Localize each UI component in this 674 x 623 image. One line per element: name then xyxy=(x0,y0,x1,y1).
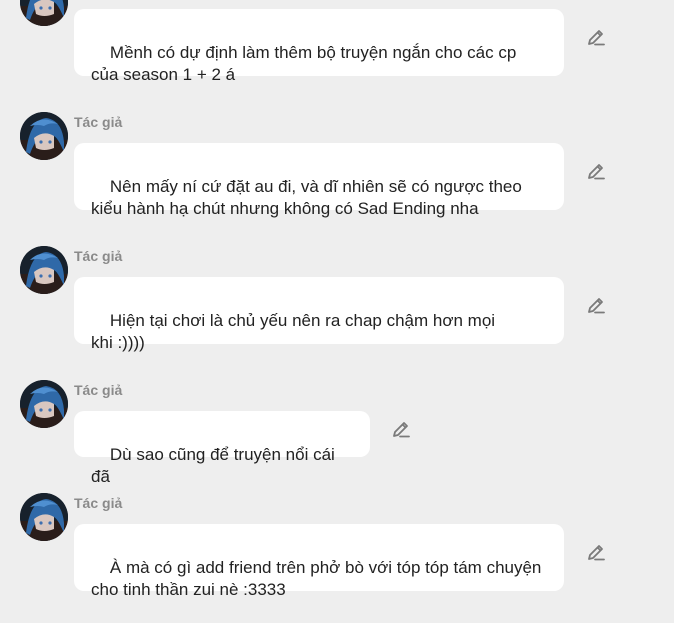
pencil-icon xyxy=(588,298,605,314)
avatar[interactable] xyxy=(20,112,68,160)
message-text: Dù sao cũng để truyện nổi cái đã xyxy=(91,445,340,486)
pencil-icon xyxy=(588,30,605,46)
character-avatar-icon xyxy=(20,246,68,294)
author-name[interactable]: Tác giả xyxy=(74,382,122,398)
edit-button[interactable] xyxy=(391,419,411,439)
edit-button[interactable] xyxy=(586,161,606,181)
edit-button[interactable] xyxy=(586,27,606,47)
message-text: Mềnh có dự định làm thêm bộ truyện ngắn … xyxy=(91,43,517,84)
character-avatar-icon xyxy=(20,493,68,541)
message-bubble: Mềnh có dự định làm thêm bộ truyện ngắn … xyxy=(74,9,564,84)
avatar[interactable] xyxy=(20,0,68,26)
message-bubble: Nên mấy ní cứ đặt au đi, và dĩ nhiên sẽ … xyxy=(74,143,564,218)
message-bubble: À mà có gì add friend trên phở bò với tó… xyxy=(74,524,564,599)
author-name[interactable]: Tác giả xyxy=(74,495,122,511)
avatar[interactable] xyxy=(20,246,68,294)
pencil-icon xyxy=(588,164,605,180)
character-avatar-icon xyxy=(20,380,68,428)
message-bubble: Hiện tại chơi là chủ yếu nên ra chap chậ… xyxy=(74,277,564,352)
character-avatar-icon xyxy=(20,112,68,160)
message-text: À mà có gì add friend trên phở bò với tó… xyxy=(91,558,542,599)
pencil-icon xyxy=(588,545,605,561)
character-avatar-icon xyxy=(20,0,68,26)
pencil-icon xyxy=(393,422,410,438)
author-name[interactable]: Tác giả xyxy=(74,248,122,264)
avatar[interactable] xyxy=(20,380,68,428)
avatar[interactable] xyxy=(20,493,68,541)
edit-button[interactable] xyxy=(586,542,606,562)
message-text: Hiện tại chơi là chủ yếu nên ra chap chậ… xyxy=(91,311,496,352)
edit-button[interactable] xyxy=(586,295,606,315)
message-text: Nên mấy ní cứ đặt au đi, và dĩ nhiên sẽ … xyxy=(91,177,522,218)
author-name[interactable]: Tác giả xyxy=(74,114,122,130)
message-bubble: Dù sao cũng để truyện nổi cái đã xyxy=(74,411,370,486)
